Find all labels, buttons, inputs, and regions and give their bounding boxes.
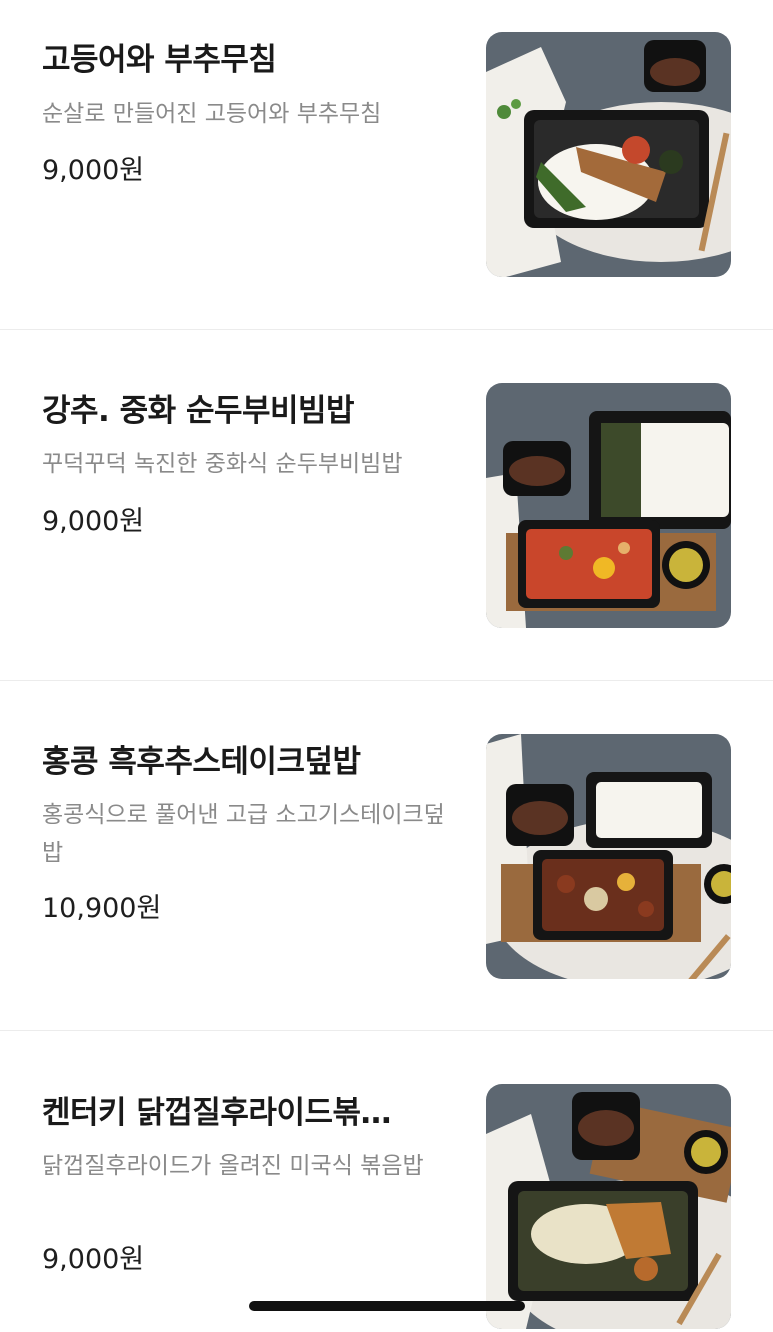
divider xyxy=(0,680,773,681)
menu-item-description: 홍콩식으로 풀어낸 고급 소고기스테이크덮밥 xyxy=(42,802,445,866)
home-indicator[interactable] xyxy=(249,1301,525,1311)
menu-item-photo xyxy=(486,32,731,277)
menu-item-photo xyxy=(486,1084,731,1329)
menu-item-description: 꾸덕꾸덕 녹진한 중화식 순두부비빔밥 xyxy=(42,451,403,477)
menu-item-title: 강추. 중화 순두부비빔밥 xyxy=(42,393,355,429)
menu-item-title: 홍콩 흑후추스테이크덮밥 xyxy=(42,744,361,780)
menu-item-price: 9,000원 xyxy=(42,155,145,186)
divider xyxy=(0,1030,773,1031)
menu-item-title: 고등어와 부추무침 xyxy=(42,42,277,78)
menu-item-price: 9,000원 xyxy=(42,506,145,537)
menu-item-price: 10,900원 xyxy=(42,893,162,924)
divider xyxy=(0,329,773,330)
menu-item-description: 순살로 만들어진 고등어와 부추무침 xyxy=(42,101,382,127)
menu-item-description: 닭껍질후라이드가 올려진 미국식 볶음밥 xyxy=(42,1153,424,1179)
menu-item-photo xyxy=(486,734,731,979)
menu-item-photo xyxy=(486,383,731,628)
menu-item-title: 켄터키 닭껍질후라이드볶… xyxy=(42,1095,392,1131)
menu-item-price: 9,000원 xyxy=(42,1244,145,1275)
